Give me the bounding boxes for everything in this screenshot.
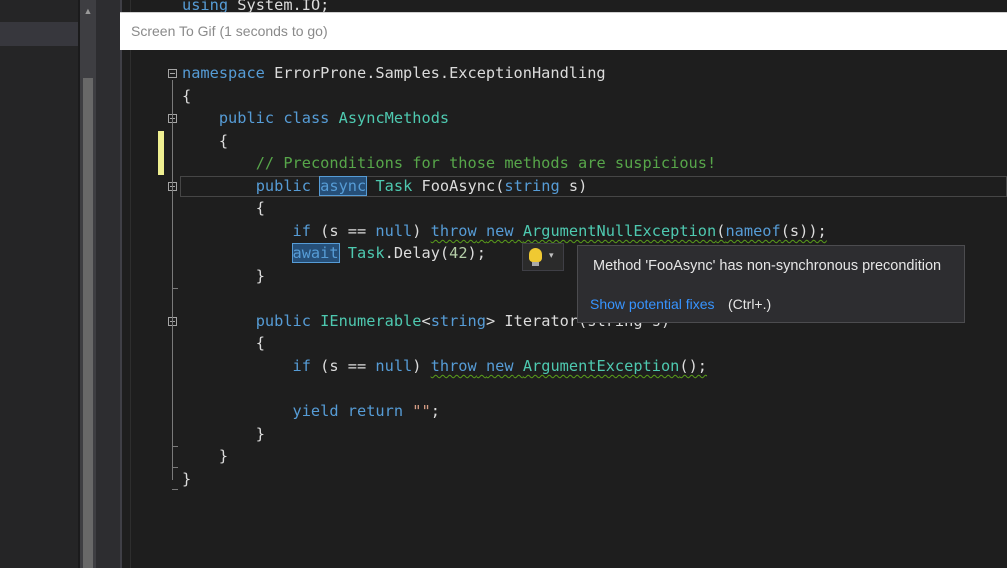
code-line-yield: yield return ""; — [182, 400, 440, 423]
diagnostic-tooltip: Method 'FooAsync' has non-synchronous pr… — [577, 245, 965, 323]
exception-type: ArgumentException — [522, 357, 680, 375]
fold-end-class — [172, 467, 178, 468]
code-line-null-check: if (s == null) throw new ArgumentNullExc… — [182, 220, 827, 243]
lightbulb-base — [532, 262, 539, 266]
return-type: Task — [375, 177, 413, 195]
keyword: public — [255, 177, 311, 195]
code-line-fooasync-decl: public async Task FooAsync(string s) — [182, 175, 587, 198]
class-name: AsyncMethods — [338, 109, 450, 127]
number-literal: 42 — [449, 244, 468, 262]
keyword: class — [283, 109, 330, 127]
code-line-namespace-close: } — [182, 468, 191, 491]
exception-type: ArgumentNullException — [522, 222, 717, 240]
code-line-comment: // Preconditions for those methods are s… — [182, 152, 716, 175]
scrollbar-thumb[interactable] — [83, 78, 93, 568]
keyword: public — [218, 109, 275, 127]
code-text: ) — [412, 222, 431, 240]
keyword: namespace — [182, 64, 265, 82]
keyword: string — [430, 312, 486, 330]
shortcut-hint: (Ctrl+.) — [728, 296, 772, 312]
indicator-margin — [130, 0, 131, 568]
quick-actions-lightbulb[interactable]: ▾ — [522, 243, 564, 271]
brace: } — [255, 267, 265, 285]
brace: { — [182, 87, 192, 105]
show-potential-fixes-link[interactable]: Show potential fixes — [590, 296, 715, 312]
code-comment: // Preconditions for those methods are s… — [255, 154, 717, 172]
code-line-iterator-brace: { — [182, 332, 265, 355]
keyword: null — [375, 357, 413, 375]
keyword: string — [504, 177, 560, 195]
code-text: > — [485, 312, 496, 330]
vertical-scrollbar[interactable]: ▲ — [80, 0, 96, 568]
keyword: nameof — [725, 222, 781, 240]
code-text: ) — [412, 357, 431, 375]
code-text: (s)); — [780, 222, 827, 240]
keyword: public — [255, 312, 311, 330]
lightbulb-icon — [529, 248, 542, 262]
diagnostic-squiggle[interactable]: throw new ArgumentNullException(nameof(s… — [431, 222, 827, 240]
editor-gutter-left — [96, 0, 120, 568]
async-keyword-highlighted: async — [319, 176, 368, 196]
keyword: yield — [292, 402, 339, 420]
keyword: throw — [430, 222, 477, 240]
keyword: return — [347, 402, 404, 420]
code-line-method-brace: { — [182, 197, 265, 220]
fold-end-fooasync — [172, 288, 178, 289]
code-line-namespace: namespace ErrorProne.Samples.ExceptionHa… — [182, 62, 606, 85]
keyword: if — [292, 222, 311, 240]
code-text: < — [421, 312, 431, 330]
scroll-up-arrow-icon[interactable]: ▲ — [80, 0, 96, 22]
method-name: FooAsync — [421, 177, 496, 195]
parameter: s) — [559, 177, 588, 195]
brace: { — [255, 334, 265, 352]
code-text: .Delay( — [384, 244, 450, 262]
code-text: ); — [467, 244, 486, 262]
string-literal: "" — [412, 402, 431, 420]
modified-line-marker — [158, 131, 164, 175]
code-line-class-decl: public class AsyncMethods — [182, 107, 449, 130]
keyword: null — [375, 222, 413, 240]
selected-panel-row[interactable] — [0, 22, 78, 46]
keyword: new — [485, 357, 514, 375]
fold-end-iterator — [172, 446, 178, 447]
await-keyword-highlighted: await — [291, 243, 340, 263]
code-text: (s == — [310, 222, 376, 240]
keyword: if — [292, 357, 311, 375]
code-text: (); — [679, 357, 708, 375]
code-text: (s == — [310, 357, 376, 375]
keyword: throw — [430, 357, 477, 375]
type-name: Task — [347, 244, 385, 262]
code-line-await: await Task.Delay(42); — [182, 242, 486, 265]
brace: } — [218, 447, 229, 465]
code-text: ; — [430, 402, 440, 420]
code-line-iterator-close: } — [182, 423, 265, 446]
search-input-text: Screen To Gif (1 seconds to go) — [131, 23, 328, 39]
solution-panel — [0, 0, 78, 568]
type-name: IEnumerable — [320, 312, 422, 330]
method-name: Iterator — [495, 312, 579, 330]
brace: { — [218, 132, 229, 150]
code-line-arg-check: if (s == null) throw new ArgumentExcepti… — [182, 355, 708, 378]
keyword: new — [485, 222, 514, 240]
fold-guide-namespace — [172, 80, 173, 480]
diagnostic-squiggle[interactable]: throw new ArgumentException(); — [431, 357, 707, 375]
namespace-name: ErrorProne.Samples.ExceptionHandling — [264, 64, 606, 82]
code-line-open-brace: { — [182, 85, 191, 108]
tooltip-message: Method 'FooAsync' has non-synchronous pr… — [593, 258, 942, 274]
fold-namespace-icon[interactable] — [168, 69, 177, 78]
brace: } — [255, 425, 265, 443]
code-line-class-close: } — [182, 445, 228, 468]
brace: } — [182, 470, 192, 488]
brace: { — [255, 199, 265, 217]
search-input[interactable]: Screen To Gif (1 seconds to go) — [120, 12, 1007, 50]
code-line-class-brace: { — [182, 130, 228, 153]
dropdown-arrow-icon[interactable]: ▾ — [549, 250, 554, 261]
code-line-method-close: } — [182, 265, 265, 288]
fold-end-namespace — [172, 489, 178, 490]
